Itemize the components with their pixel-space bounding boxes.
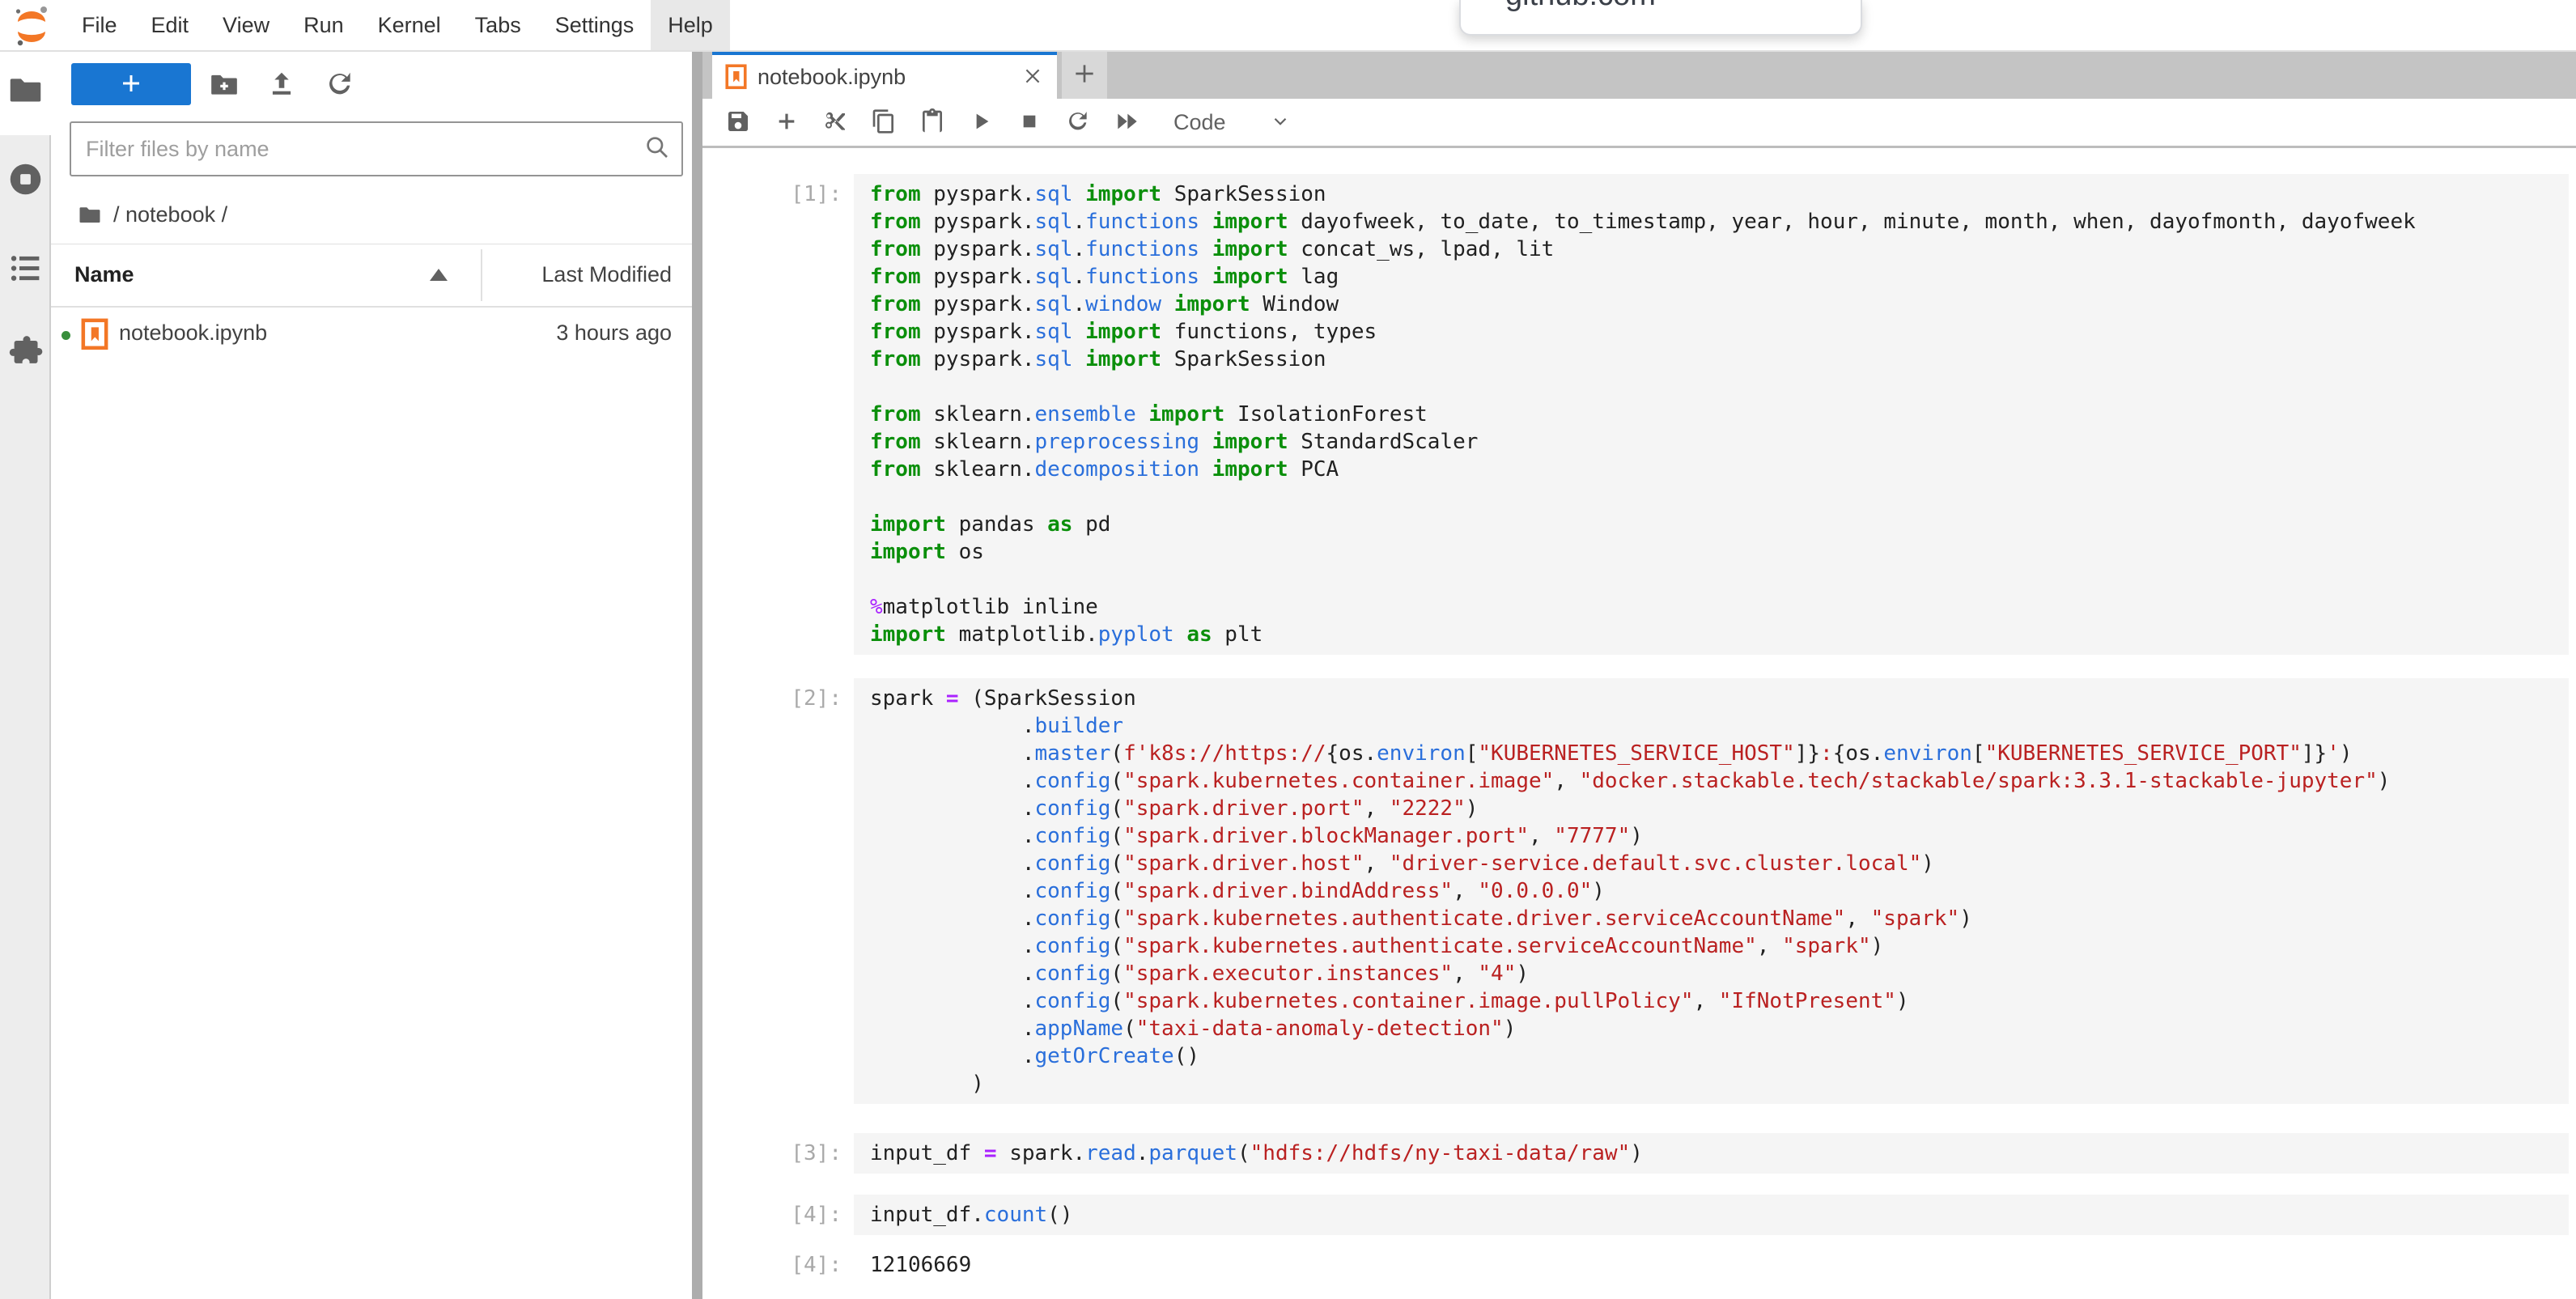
new-folder-button[interactable]: [209, 69, 240, 100]
stop-kernel-button[interactable]: [1005, 102, 1054, 142]
run-all-cells-icon: [1114, 108, 1139, 137]
save-button[interactable]: [714, 102, 762, 142]
filter-box: [70, 121, 683, 176]
breadcrumb-path: / notebook /: [113, 202, 227, 227]
file-browser-toolbar: [51, 62, 692, 107]
code-cell: [3]:input_df = spark.read.parquet("hdfs:…: [702, 1133, 2576, 1174]
file-modified: 3 hours ago: [556, 321, 672, 346]
notebook-tab[interactable]: notebook.ipynb: [712, 50, 1057, 99]
folder-icon: [78, 202, 102, 227]
folder-icon: [7, 97, 44, 111]
dock-tab-bar: notebook.ipynb: [702, 50, 2576, 99]
search-icon: [644, 134, 670, 160]
output-text: 12106669: [854, 1245, 2576, 1279]
file-row[interactable]: notebook.ipynb 3 hours ago: [51, 308, 692, 362]
cell-editor[interactable]: from pyspark.sql import SparkSessionfrom…: [854, 174, 2569, 655]
restart-kernel-icon: [1065, 108, 1091, 137]
output-prompt: [4]:: [702, 1245, 854, 1279]
upload-icon: [266, 90, 297, 102]
run-cell-icon: [968, 108, 994, 137]
new-folder-icon: [209, 90, 240, 102]
menu-item-help[interactable]: Help: [651, 0, 730, 50]
column-header-modified[interactable]: Last Modified: [541, 262, 672, 287]
save-icon: [725, 108, 751, 137]
new-tab-button[interactable]: [1062, 50, 1107, 99]
input-prompt: [3]:: [702, 1133, 854, 1167]
file-name: notebook.ipynb: [119, 321, 267, 346]
code-cell: [2]:spark = (SparkSession .builder .mast…: [702, 678, 2576, 1104]
menu-item-settings[interactable]: Settings: [538, 0, 651, 50]
jupyter-logo-icon: [11, 5, 52, 47]
menu-item-run[interactable]: Run: [286, 0, 361, 50]
menu-item-kernel[interactable]: Kernel: [361, 0, 458, 50]
insert-cell-icon: [774, 108, 800, 137]
new-launcher-button[interactable]: [71, 63, 191, 105]
code-cell: [1]:from pyspark.sql import SparkSession…: [702, 174, 2576, 655]
input-prompt: [1]:: [702, 174, 854, 208]
file-list-header: Name Last Modified: [51, 244, 692, 308]
notebook-content: [1]:from pyspark.sql import SparkSession…: [702, 148, 2576, 1299]
menu-item-tabs[interactable]: Tabs: [458, 0, 538, 50]
cell-type-value: Code: [1173, 110, 1226, 135]
menu-item-file[interactable]: File: [65, 0, 134, 50]
filter-files-input[interactable]: [71, 123, 681, 175]
sidebar-tab-running-kernels[interactable]: [7, 161, 44, 197]
cell-editor[interactable]: spark = (SparkSession .builder .master(f…: [854, 678, 2569, 1104]
refresh-icon: [325, 90, 355, 102]
stop-circle-icon: [7, 187, 44, 201]
input-prompt: [4]:: [702, 1195, 854, 1229]
cut-cells-button[interactable]: [811, 102, 859, 142]
notebook-file-icon: [725, 64, 747, 90]
restart-kernel-button[interactable]: [1054, 102, 1102, 142]
file-listing: notebook.ipynb 3 hours ago: [51, 308, 692, 362]
output-area: [4]:12106669: [702, 1245, 2576, 1279]
sidebar-tab-extensions[interactable]: [7, 333, 44, 369]
menu-item-edit[interactable]: Edit: [134, 0, 206, 50]
activity-bar: [0, 135, 51, 1299]
browser-popup: github.com: [1459, 0, 1862, 36]
cell-editor[interactable]: input_df.count(): [854, 1195, 2569, 1235]
notebook-file-icon: [81, 318, 108, 350]
code-cell: [4]:input_df.count(): [702, 1195, 2576, 1235]
upload-button[interactable]: [266, 69, 297, 100]
notebook-toolbar: Code: [702, 99, 2576, 148]
puzzle-icon: [7, 359, 44, 372]
run-cell-button[interactable]: [957, 102, 1005, 142]
copy-cells-button[interactable]: [859, 102, 908, 142]
close-tab-icon[interactable]: [1018, 62, 1047, 91]
breadcrumb[interactable]: / notebook /: [51, 188, 227, 241]
sort-ascending-icon[interactable]: [430, 269, 448, 281]
cut-cells-icon: [822, 108, 848, 137]
paste-cells-button[interactable]: [908, 102, 957, 142]
chevron-down-icon: [1226, 111, 1291, 134]
cell-editor[interactable]: input_df = spark.read.parquet("hdfs://hd…: [854, 1133, 2569, 1174]
panel-splitter[interactable]: [692, 50, 702, 1299]
cell-list: [1]:from pyspark.sql import SparkSession…: [702, 148, 2576, 1279]
menu-items: FileEditViewRunKernelTabsSettingsHelp: [65, 0, 730, 50]
plus-icon: [119, 86, 143, 98]
toc-icon: [7, 276, 44, 290]
input-prompt: [2]:: [702, 678, 854, 712]
copy-cells-icon: [871, 108, 897, 137]
cell-type-dropdown[interactable]: Code: [1169, 109, 1296, 136]
sidebar-tab-table-of-contents[interactable]: [7, 250, 44, 287]
menu-bar: FileEditViewRunKernelTabsSettingsHelp: [0, 0, 2576, 52]
paste-cells-icon: [919, 108, 945, 137]
insert-cell-button[interactable]: [762, 102, 811, 142]
notebook-tab-label: notebook.ipynb: [758, 65, 1018, 90]
refresh-button[interactable]: [325, 69, 355, 100]
kernel-running-dot: [62, 331, 70, 340]
notebook-dock-panel: notebook.ipynb Code [1]:from pyspark.sql…: [702, 50, 2576, 1299]
popup-text: github.com: [1505, 0, 1656, 13]
stop-kernel-icon: [1016, 108, 1042, 137]
column-divider: [481, 249, 482, 301]
run-all-cells-button[interactable]: [1102, 102, 1151, 142]
menu-item-view[interactable]: View: [206, 0, 286, 50]
column-header-name[interactable]: Name: [74, 262, 134, 287]
sidebar-tab-file-browser[interactable]: [7, 71, 44, 108]
file-browser-panel: / notebook / Name Last Modified notebook…: [51, 50, 692, 1299]
